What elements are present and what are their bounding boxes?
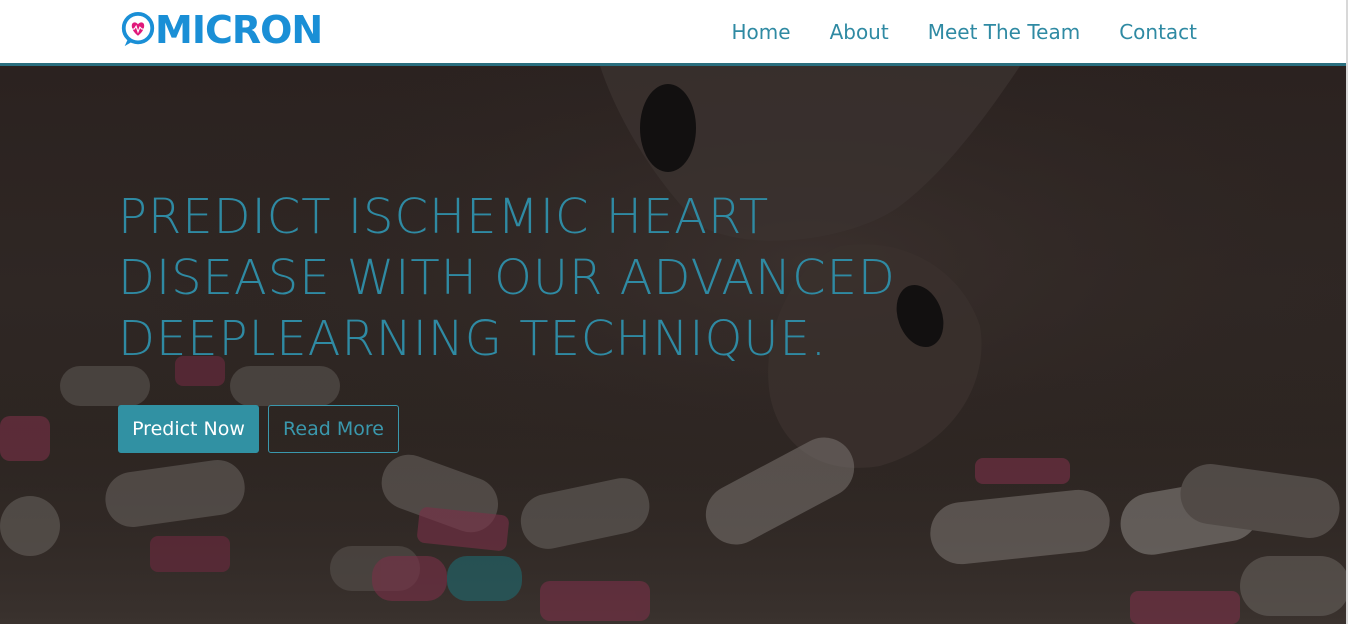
read-more-button[interactable]: Read More [268, 405, 399, 453]
main-nav: Home About Meet The Team Contact [732, 18, 1198, 46]
heart-chat-bubble-icon [121, 11, 155, 47]
hero-headline: PREDICT ISCHEMIC HEART DISEASE WITH OUR … [118, 189, 896, 367]
predict-now-button[interactable]: Predict Now [118, 405, 259, 453]
brand-logo[interactable]: MICRON [119, 8, 323, 52]
hero-section: PREDICT ISCHEMIC HEART DISEASE WITH OUR … [0, 66, 1348, 624]
top-navbar: MICRON Home About Meet The Team Contact [0, 0, 1348, 66]
nav-meet-the-team[interactable]: Meet The Team [928, 18, 1080, 46]
nav-contact[interactable]: Contact [1119, 18, 1197, 46]
nav-home[interactable]: Home [732, 18, 791, 46]
brand-name: MICRON [155, 8, 323, 52]
nav-about[interactable]: About [830, 18, 889, 46]
